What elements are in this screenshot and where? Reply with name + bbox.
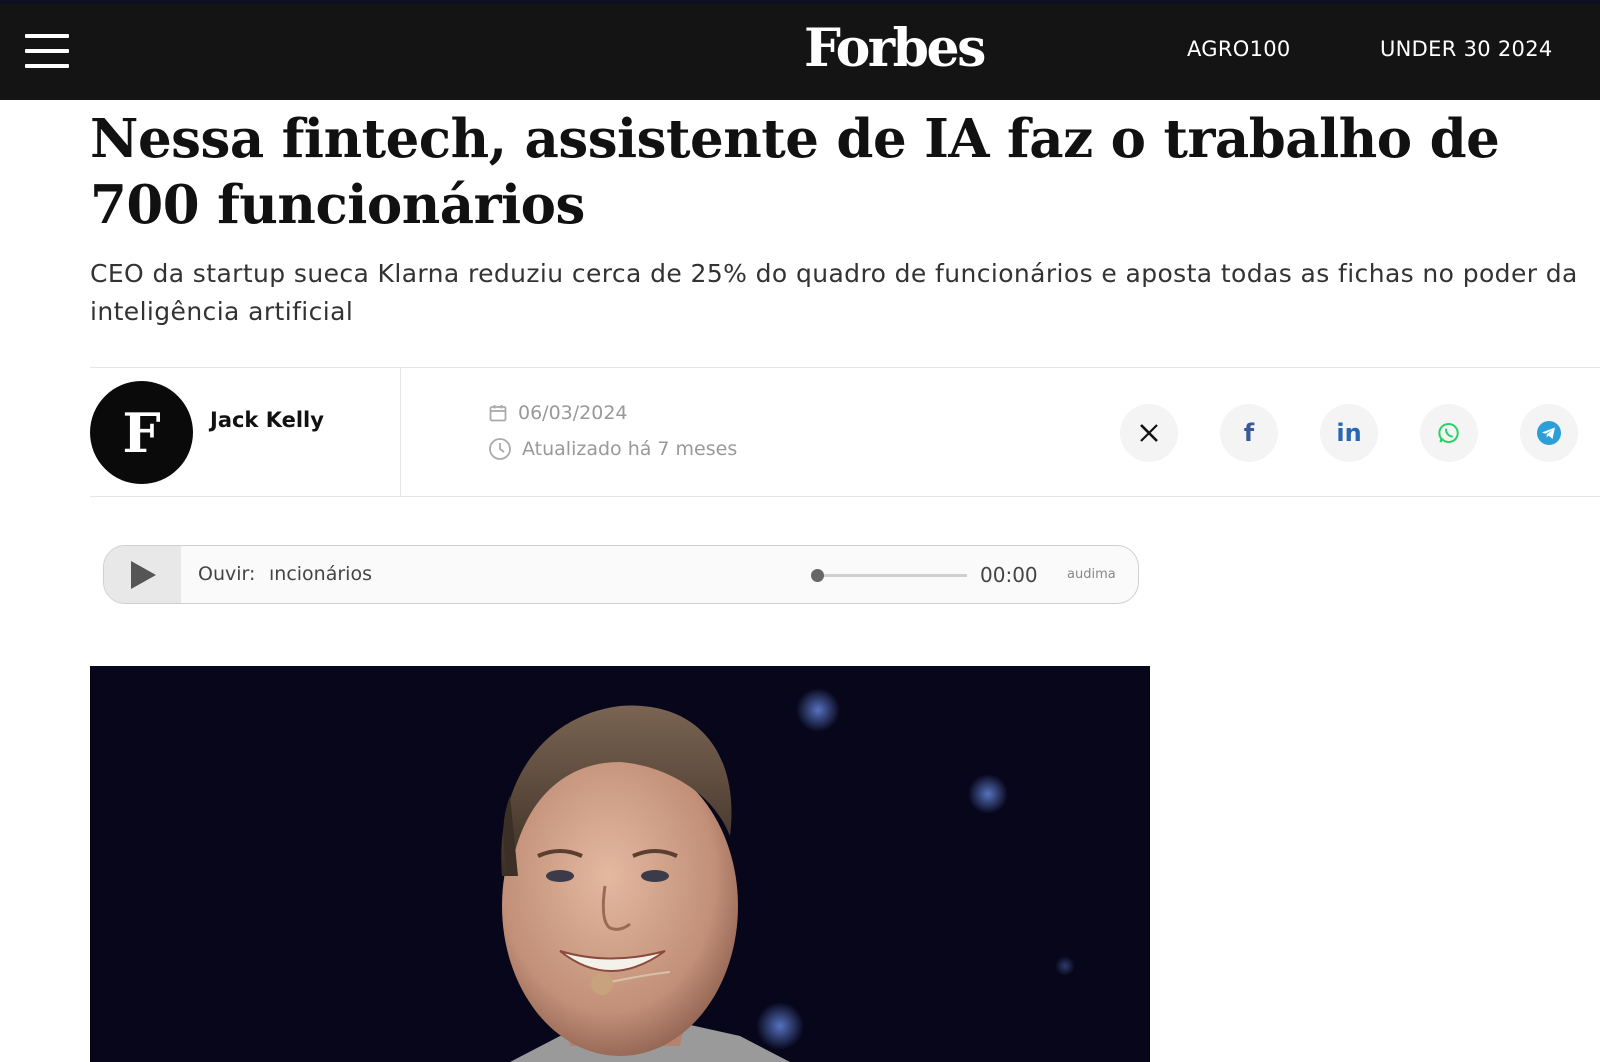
play-button[interactable]	[104, 546, 181, 603]
article-subtitle: CEO da startup sueca Klarna reduziu cerc…	[90, 259, 1578, 326]
clock-icon	[489, 438, 511, 460]
author-name[interactable]: Jack Kelly	[210, 408, 350, 433]
forbes-logo[interactable]: Forbes	[804, 18, 986, 79]
calendar-icon	[489, 405, 507, 422]
share-linkedin-button[interactable]: in	[1320, 404, 1378, 462]
menu-icon[interactable]	[25, 34, 69, 68]
meta-divider	[400, 368, 401, 496]
telegram-icon	[1537, 421, 1561, 445]
article-meta: F Jack Kelly 06/03/2024 Atualizado há 7 …	[90, 367, 1600, 497]
listen-label: Ouvir:	[198, 563, 256, 585]
share-x-button[interactable]	[1120, 404, 1178, 462]
publish-date-text: 06/03/2024	[518, 402, 628, 424]
audio-player: Ouvir: ıncionários 00:00 audima	[103, 545, 1139, 604]
audima-brand: audima	[1067, 567, 1116, 582]
article-hero-image	[90, 666, 1150, 1062]
share-telegram-button[interactable]	[1520, 404, 1578, 462]
updated-time: Atualizado há 7 meses	[488, 437, 737, 461]
x-icon	[1140, 424, 1158, 442]
facebook-icon: f	[1243, 419, 1255, 447]
audio-progress-bar[interactable]	[811, 569, 967, 582]
whatsapp-icon	[1438, 422, 1459, 443]
updated-time-text: Atualizado há 7 meses	[522, 438, 738, 460]
nav-link-under30[interactable]: UNDER 30 2024	[1380, 37, 1553, 61]
play-icon	[130, 560, 156, 589]
share-facebook-button[interactable]: f	[1220, 404, 1278, 462]
linkedin-icon: in	[1336, 419, 1362, 447]
nav-link-agro100[interactable]: AGRO100	[1187, 37, 1291, 61]
audio-time: 00:00	[980, 563, 1038, 587]
hero-photo	[90, 666, 1150, 1062]
author-avatar[interactable]: F	[90, 381, 193, 484]
top-navbar: Forbes AGRO100 UNDER 30 2024	[0, 4, 1600, 100]
publish-date: 06/03/2024	[488, 402, 628, 424]
audio-title: ıncionários	[269, 563, 372, 585]
share-whatsapp-button[interactable]	[1420, 404, 1478, 462]
audio-progress-handle[interactable]	[811, 569, 824, 582]
article-headline: Nessa fintech, assistente de IA faz o tr…	[90, 108, 1500, 236]
